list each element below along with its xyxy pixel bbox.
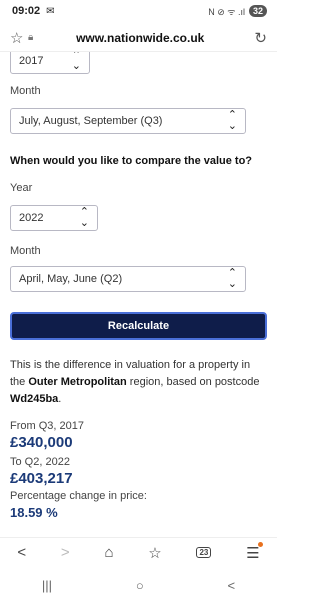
forward-icon[interactable]: > [61,544,70,561]
result-region: Outer Metropolitan [28,376,127,388]
percentage-label: Percentage change in price: [10,490,147,502]
from-year-value: 2017 [19,55,44,67]
system-nav-bar: ||| ○ < [0,570,277,600]
tabs-icon[interactable]: 23 [196,547,212,558]
to-month-label: Month [10,245,41,257]
bookmark-star-icon[interactable]: ☆ [10,29,28,47]
signal-icons: N ⊘ ᯤ .ıl [208,6,245,17]
from-value: £340,000 [10,434,73,451]
to-value: £403,217 [10,470,73,487]
chevron-updown-icon: ⌃ ⌄ [71,52,81,72]
from-month-label: Month [10,85,41,97]
percentage-value: 18.59 % [10,505,58,520]
reload-icon[interactable]: ↻ [254,29,267,47]
to-year-label: Year [10,182,33,194]
to-year-value: 2022 [19,212,44,224]
from-year-select[interactable]: 2017 ⌃ ⌄ [10,52,90,74]
home-nav-icon[interactable]: ○ [136,578,144,593]
from-month-select[interactable]: July, August, September (Q3) ⌃ ⌄ [10,108,246,134]
from-period-label: From Q3, 2017 [10,420,84,432]
to-period-label: To Q2, 2022 [10,456,70,468]
recents-icon[interactable]: ||| [42,578,52,593]
mail-icon: ✉ [46,5,55,17]
page-content: 2017 ⌃ ⌄ Month July, August, September (Q… [0,52,277,532]
battery-icon: 32 [248,5,267,17]
browser-toolbar: < > ⌂ ☆ 23 ☰ [0,537,277,567]
chevron-updown-icon: ⌃ ⌄ [79,206,89,229]
result-intro-2: region, based on postcode [126,376,260,388]
menu-icon[interactable]: ☰ [246,541,263,562]
address-bar[interactable]: ☆ 🔒︎ www.nationwide.co.uk ↻ [0,24,277,52]
home-icon[interactable]: ⌂ [104,544,113,561]
to-month-select[interactable]: April, May, June (Q2) ⌃ ⌄ [10,266,246,292]
recalculate-button[interactable]: Recalculate [10,312,267,340]
status-time: 09:02 [12,5,41,17]
chevron-updown-icon: ⌃ ⌄ [227,267,237,290]
result-intro-3: . [58,393,62,405]
notification-dot [257,541,263,547]
back-icon[interactable]: < [17,544,26,561]
result-postcode: Wd245ba [10,393,59,405]
url-text[interactable]: www.nationwide.co.uk [44,31,254,45]
back-nav-icon[interactable]: < [227,578,235,593]
status-bar: 09:02 ✉ N ⊘ ᯤ .ıl 32 [0,0,277,22]
bookmarks-icon[interactable]: ☆ [148,544,161,562]
to-month-value: April, May, June (Q2) [19,273,123,285]
result-description: This is the difference in valuation for … [10,357,268,408]
chevron-updown-icon: ⌃ ⌄ [227,109,237,132]
from-month-value: July, August, September (Q3) [19,115,163,127]
compare-heading: When would you like to compare the value… [10,155,253,167]
lock-icon[interactable]: 🔒︎ [28,32,44,43]
to-year-select[interactable]: 2022 ⌃ ⌄ [10,205,98,231]
